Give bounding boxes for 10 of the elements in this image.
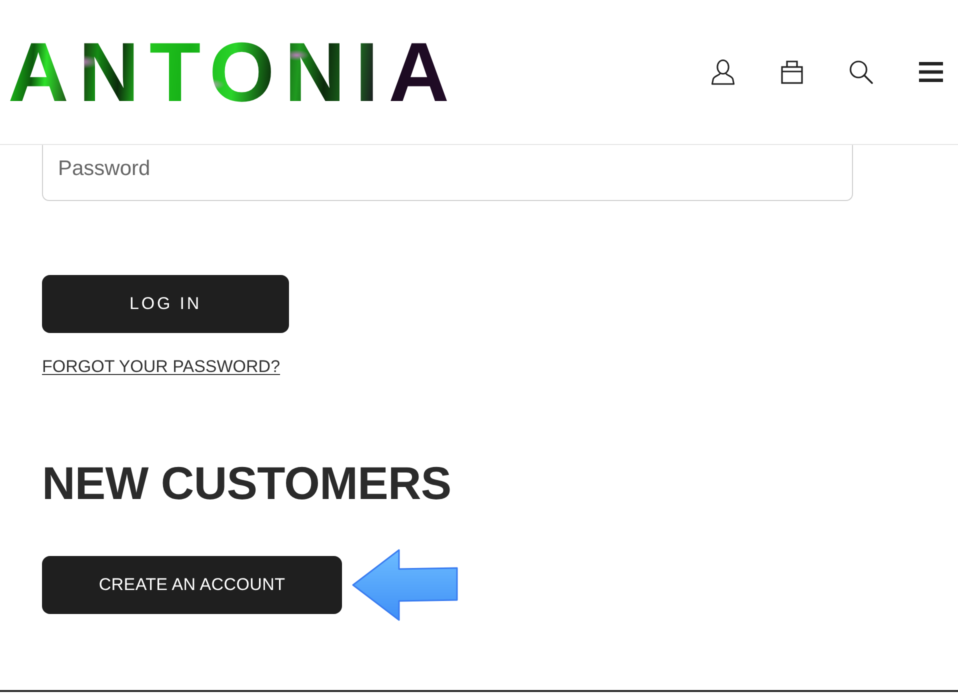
arrow-icon [352, 549, 458, 622]
password-field[interactable]: Password [42, 145, 853, 201]
menu-icon[interactable] [919, 62, 943, 82]
shopping-bag-icon[interactable] [781, 60, 803, 84]
create-account-button[interactable]: CREATE AN ACCOUNT [42, 556, 342, 614]
login-button[interactable]: LOG IN [42, 275, 289, 333]
user-icon[interactable] [711, 59, 735, 85]
forgot-password-link[interactable]: FORGOT YOUR PASSWORD? [42, 354, 280, 380]
section-heading: NEW CUSTOMERS [42, 456, 452, 511]
search-icon[interactable] [849, 60, 873, 84]
